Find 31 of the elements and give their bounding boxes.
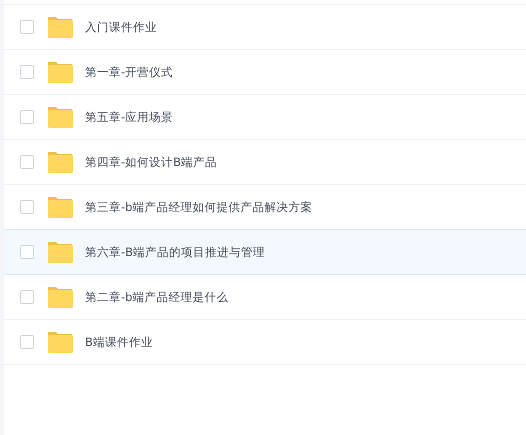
- file-row[interactable]: 第六章-B端产品的项目推进与管理: [4, 229, 526, 274]
- folder-name[interactable]: 第六章-B端产品的项目推进与管理: [85, 244, 266, 260]
- file-row[interactable]: 第一章-开营仪式: [4, 49, 526, 94]
- checkbox[interactable]: [20, 335, 34, 349]
- folder-icon: [47, 151, 73, 173]
- folder-name[interactable]: B端课件作业: [85, 334, 153, 350]
- folder-name[interactable]: 第三章-b端产品经理如何提供产品解决方案: [85, 200, 312, 214]
- checkbox[interactable]: [20, 65, 34, 79]
- folder-icon: [47, 331, 73, 353]
- folder-name[interactable]: 第二章-b端产品经理是什么: [85, 290, 228, 304]
- checkbox[interactable]: [20, 155, 34, 169]
- folder-icon: [47, 106, 73, 128]
- folder-icon: [47, 286, 73, 308]
- folder-icon: [47, 16, 73, 38]
- folder-name[interactable]: 第四章-如何设计B端产品: [85, 154, 218, 170]
- file-row[interactable]: 第五章-应用场景: [4, 94, 526, 139]
- folder-name[interactable]: 第一章-开营仪式: [85, 64, 174, 80]
- folder-icon: [47, 241, 73, 263]
- checkbox[interactable]: [20, 20, 34, 34]
- folder-name[interactable]: 第五章-应用场景: [85, 110, 174, 124]
- folder-icon: [47, 196, 73, 218]
- checkbox[interactable]: [20, 290, 34, 304]
- checkbox[interactable]: [20, 110, 34, 124]
- checkbox[interactable]: [20, 200, 34, 214]
- folder-icon: [47, 61, 73, 83]
- folder-name[interactable]: 入门课件作业: [85, 20, 157, 34]
- file-row[interactable]: B端课件作业: [4, 319, 526, 365]
- file-row[interactable]: 第二章-b端产品经理是什么: [4, 274, 526, 319]
- file-row[interactable]: 入门课件作业: [4, 4, 526, 49]
- file-row[interactable]: 第四章-如何设计B端产品: [4, 139, 526, 184]
- checkbox[interactable]: [20, 245, 34, 259]
